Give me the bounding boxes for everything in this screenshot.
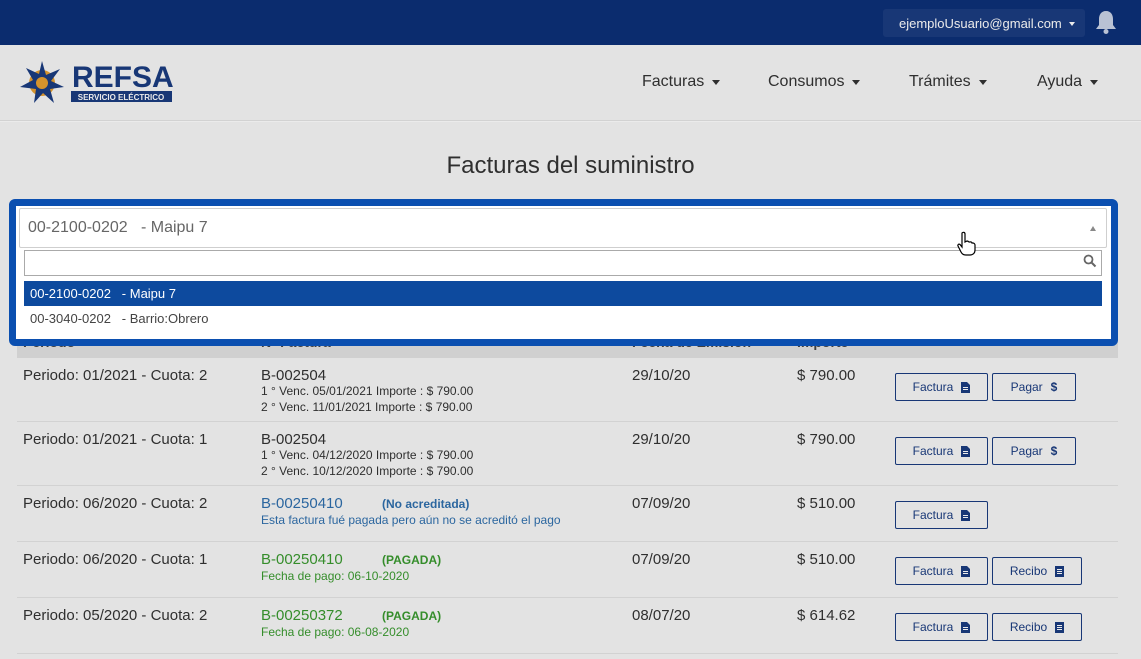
- row-payment-date: Fecha de pago: 06-10-2020: [261, 569, 410, 583]
- brand-tagline: SERVICIO ELÉCTRICO: [78, 93, 165, 102]
- document-icon: [961, 381, 971, 393]
- invoice-button-label: Factura: [912, 508, 954, 522]
- row-period: Periodo: 06/2020 - Cuota: 2: [23, 495, 208, 512]
- row-due-line-2: 2 ° Venc. 11/01/2021 Importe : $ 790.00: [261, 400, 473, 414]
- supply-option[interactable]: 00-3040-0202 - Barrio:Obrero: [24, 306, 1102, 331]
- row-period: Periodo: 01/2021 - Cuota: 1: [23, 431, 208, 448]
- document-icon: [961, 509, 971, 521]
- pay-button[interactable]: Pagar $: [992, 373, 1076, 401]
- receipt-button-label: Recibo: [1009, 620, 1048, 634]
- row-amount: $ 790.00: [797, 367, 856, 384]
- row-due-line-2: 2 ° Venc. 10/12/2020 Importe : $ 790.00: [261, 464, 474, 478]
- chevron-down-icon: [1068, 21, 1075, 26]
- nav-consumos[interactable]: Consumos: [768, 73, 861, 91]
- row-period: Periodo: 01/2021 - Cuota: 2: [23, 367, 208, 384]
- row-issue-date: 07/09/20: [632, 551, 691, 568]
- document-icon: [961, 445, 971, 457]
- row-issue-date: 29/10/20: [632, 367, 691, 384]
- row-due-line-1: 1 ° Venc. 05/01/2021 Importe : $ 790.00: [261, 384, 474, 398]
- row-amount: $ 510.00: [797, 551, 856, 568]
- nav-consumos-label: Consumos: [768, 73, 845, 90]
- nav-ayuda[interactable]: Ayuda: [1037, 73, 1099, 91]
- document-icon: [961, 565, 971, 577]
- supply-select-value: 00-2100-0202 - Maipu 7: [28, 219, 208, 236]
- invoice-button-label: Factura: [912, 380, 954, 394]
- nav-facturas-label: Facturas: [642, 73, 705, 90]
- chevron-down-icon: [852, 79, 861, 85]
- pay-button-label: Pagar: [1010, 380, 1043, 394]
- supply-search-input[interactable]: [24, 250, 1102, 276]
- dollar-icon: $: [1050, 380, 1058, 394]
- bell-icon[interactable]: [1094, 9, 1118, 35]
- nav-tramites-label: Trámites: [909, 73, 971, 90]
- dollar-icon: $: [1050, 444, 1058, 458]
- pay-button[interactable]: Pagar $: [992, 437, 1076, 465]
- row-amount: $ 510.00: [797, 495, 856, 512]
- main-navbar: REFSA SERVICIO ELÉCTRICO Facturas Consum…: [0, 45, 1141, 121]
- user-menu-button[interactable]: ejemploUsuario@gmail.com: [883, 9, 1085, 37]
- invoice-button[interactable]: Factura: [895, 373, 988, 401]
- receipt-icon: [1055, 621, 1065, 633]
- nav-facturas[interactable]: Facturas: [642, 73, 721, 91]
- invoice-button[interactable]: Factura: [895, 557, 988, 585]
- chevron-up-icon[interactable]: [1090, 226, 1096, 231]
- brand-name: REFSA: [72, 61, 174, 94]
- row-status-badge: (PAGADA): [382, 609, 442, 623]
- pay-button-label: Pagar: [1010, 444, 1043, 458]
- row-period: Periodo: 06/2020 - Cuota: 1: [23, 551, 208, 568]
- row-issue-date: 29/10/20: [632, 431, 691, 448]
- nav-tramites[interactable]: Trámites: [909, 73, 987, 91]
- supply-option[interactable]: 00-2100-0202 - Maipu 7: [24, 281, 1102, 306]
- row-invoice-link[interactable]: B-00250410: [261, 495, 343, 512]
- hand-cursor-icon: [957, 231, 976, 256]
- row-invoice-number: B-002504: [261, 367, 327, 384]
- receipt-button-label: Recibo: [1009, 564, 1048, 578]
- user-email: ejemploUsuario@gmail.com: [899, 15, 1062, 31]
- refsa-logo[interactable]: REFSA SERVICIO ELÉCTRICO: [20, 59, 180, 109]
- row-status-note: Esta factura fué pagada pero aún no se a…: [261, 513, 561, 527]
- row-invoice-link[interactable]: B-00250410: [261, 551, 343, 568]
- receipt-button[interactable]: Recibo: [992, 613, 1082, 641]
- invoice-button[interactable]: Factura: [895, 613, 988, 641]
- top-bar: ejemploUsuario@gmail.com: [0, 0, 1141, 45]
- row-invoice-link[interactable]: B-00250372: [261, 607, 343, 624]
- invoice-button[interactable]: Factura: [895, 501, 988, 529]
- invoice-button[interactable]: Factura: [895, 437, 988, 465]
- row-issue-date: 07/09/20: [632, 495, 691, 512]
- invoice-button-label: Factura: [912, 564, 954, 578]
- row-due-line-1: 1 ° Venc. 04/12/2020 Importe : $ 790.00: [261, 448, 474, 462]
- row-amount: $ 614.62: [797, 607, 856, 624]
- row-status-badge: (PAGADA): [382, 553, 442, 567]
- row-payment-date: Fecha de pago: 06-08-2020: [261, 625, 410, 639]
- document-icon: [961, 621, 971, 633]
- page-title: Facturas del suministro: [446, 152, 695, 179]
- receipt-button[interactable]: Recibo: [992, 557, 1082, 585]
- row-amount: $ 790.00: [797, 431, 856, 448]
- row-status-badge: (No acreditada): [382, 497, 470, 511]
- chevron-down-icon: [978, 79, 987, 85]
- row-period: Periodo: 05/2020 - Cuota: 2: [23, 607, 208, 624]
- row-issue-date: 08/07/20: [632, 607, 691, 624]
- search-icon: [1083, 254, 1097, 268]
- nav-ayuda-label: Ayuda: [1037, 73, 1083, 90]
- invoice-button-label: Factura: [912, 444, 954, 458]
- invoice-button-label: Factura: [912, 620, 954, 634]
- receipt-icon: [1055, 565, 1065, 577]
- chevron-down-icon: [1090, 79, 1099, 85]
- chevron-down-icon: [712, 79, 721, 85]
- row-invoice-number: B-002504: [261, 431, 327, 448]
